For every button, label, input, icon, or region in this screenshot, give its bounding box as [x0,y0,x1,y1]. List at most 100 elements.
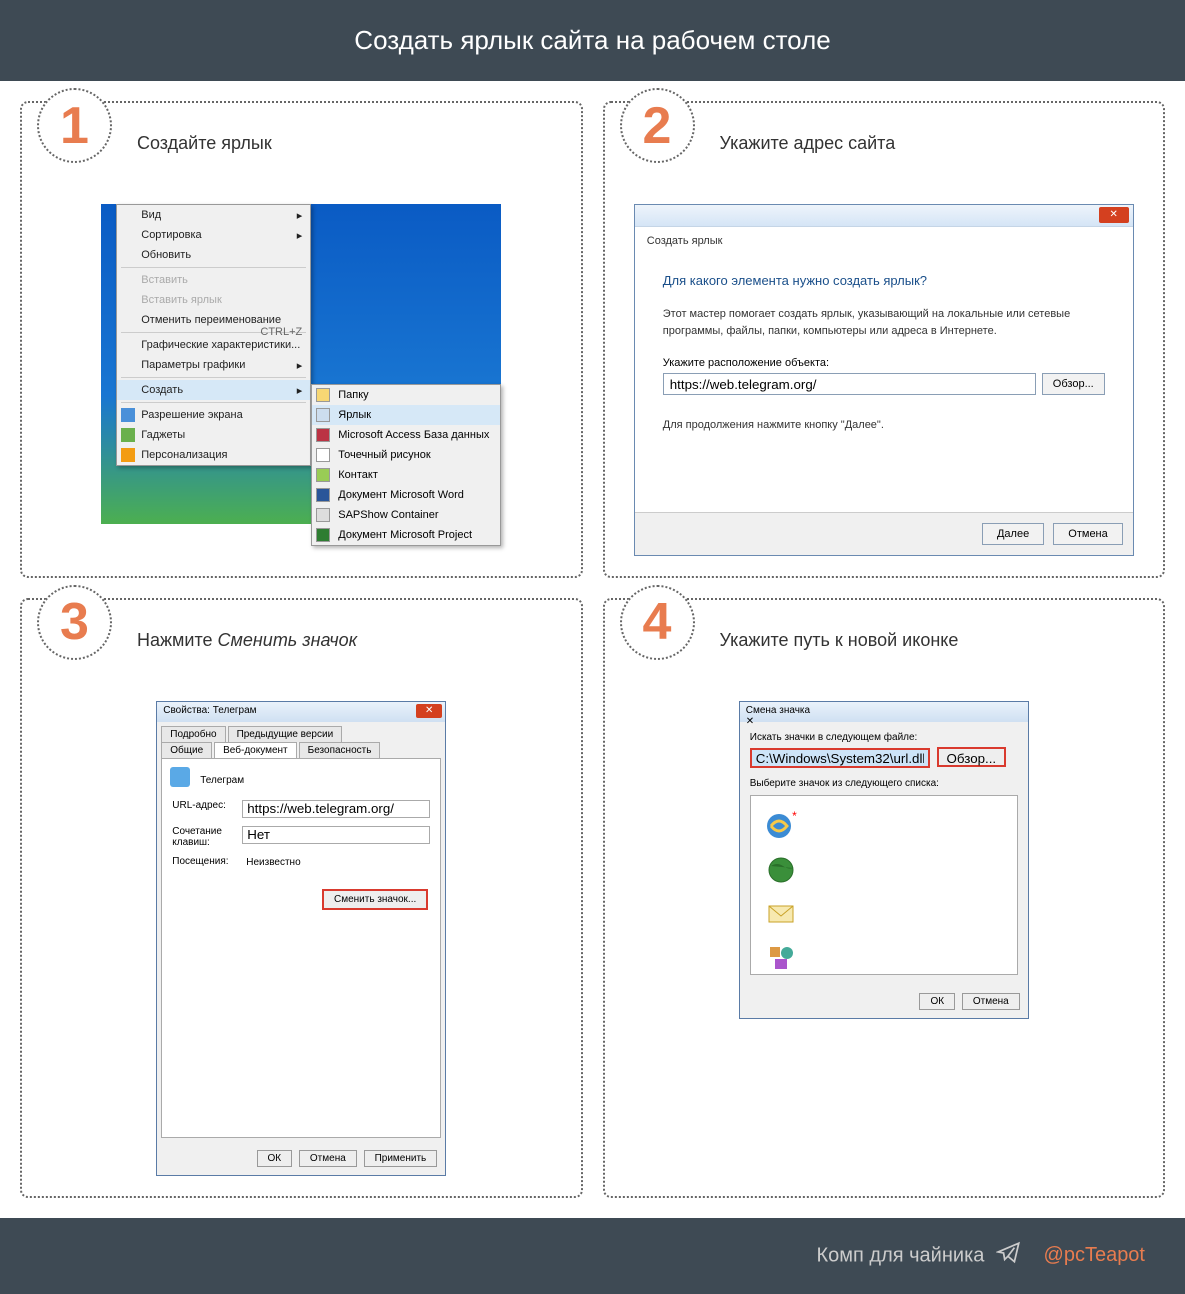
page-title: Создать ярлык сайта на рабочем столе [354,25,830,55]
step-2-badge: 2 [620,88,695,163]
sub-access[interactable]: Microsoft Access База данных [312,425,500,445]
ctx-paste: Вставить [117,270,310,290]
ctx-create[interactable]: Создать▸ [117,380,310,400]
step-4-badge: 4 [620,585,695,660]
tab-security[interactable]: Безопасность [299,742,381,758]
url-field[interactable] [242,800,430,818]
ctx-personalize[interactable]: Персонализация [117,445,310,465]
create-shortcut-wizard: ✕ Создать ярлык Для какого элемента нужн… [634,204,1134,556]
ctx-graphics-props[interactable]: Графические характеристики... [117,335,310,355]
folder-icon [316,388,330,402]
separator [121,267,306,268]
visits-value: Неизвестно [242,856,430,874]
url-label: URL-адрес: [172,800,242,818]
step-4-title: Укажите путь к новой иконке [720,630,1144,651]
visits-label: Посещения: [172,856,242,874]
tab-webdoc[interactable]: Веб-документ [214,742,297,758]
ctx-undo-rename[interactable]: Отменить переименованиеCTRL+Z [117,310,310,330]
ok-button[interactable]: ОК [919,993,955,1010]
step-3-title: Нажмите Сменить значок [137,630,561,651]
cancel-button[interactable]: Отмена [299,1150,357,1167]
icon-path-input[interactable] [750,748,930,768]
ctx-view[interactable]: Вид▸ [117,205,310,225]
close-button[interactable]: ✕ [416,704,442,718]
sap-icon [316,508,330,522]
sub-bitmap[interactable]: Точечный рисунок [312,445,500,465]
ctx-resolution[interactable]: Разрешение экрана [117,405,310,425]
tab-details[interactable]: Подробно [161,726,225,742]
apply-button[interactable]: Применить [364,1150,438,1167]
cancel-button[interactable]: Отмена [962,993,1020,1010]
close-icon: ✕ [1110,209,1118,220]
wizard-question: Для какого элемента нужно создать ярлык? [663,273,1105,288]
step-3-badge: 3 [37,585,112,660]
page-header: Создать ярлык сайта на рабочем столе [0,0,1185,81]
shortcut-name: Телеграм [200,775,430,786]
next-button[interactable]: Далее [982,523,1044,545]
ctx-paste-shortcut: Вставить ярлык [117,290,310,310]
hotkey-label: Сочетание клавиш: [172,826,242,848]
context-menu: Вид▸ Сортировка▸ Обновить Вставить Встав… [116,204,311,466]
tab-general[interactable]: Общие [161,742,212,758]
ctx-refresh[interactable]: Обновить [117,245,310,265]
wizard-hint: Этот мастер помогает создать ярлык, указ… [663,306,1105,339]
ctx-graphics-params[interactable]: Параметры графики▸ [117,355,310,375]
step-4-card: 4 Укажите путь к новой иконке Смена знач… [603,598,1166,1198]
sub-contact[interactable]: Контакт [312,465,500,485]
project-icon [316,528,330,542]
tab-previous[interactable]: Предыдущие версии [228,726,343,742]
steps-grid: 1 Создайте ярлык Вид▸ Сортировка▸ Обнови… [0,81,1185,1218]
continue-hint: Для продолжения нажмите кнопку "Далее". [663,417,1105,434]
properties-dialog: Свойства: Телеграм ✕ Подробно Предыдущие… [156,701,446,1176]
step-2-card: 2 Укажите адрес сайта ✕ Создать ярлык Дл… [603,101,1166,578]
separator [121,377,306,378]
cancel-button[interactable]: Отмена [1053,523,1122,545]
close-icon: ✕ [746,716,754,727]
personalize-icon [121,448,135,462]
create-submenu: Папку Ярлык Microsoft Access База данных… [311,384,501,546]
ok-button[interactable]: ОК [257,1150,293,1167]
sub-sapshow[interactable]: SAPShow Container [312,505,500,525]
sub-project[interactable]: Документ Microsoft Project [312,525,500,545]
contact-icon [316,468,330,482]
sub-folder[interactable]: Папку [312,385,500,405]
bitmap-icon [316,448,330,462]
globe-icon[interactable] [765,854,797,886]
footer-text: Комп для чайника [817,1244,985,1266]
icon-list[interactable]: * [750,795,1018,975]
gadget-icon [121,428,135,442]
shapes-icon[interactable] [765,942,797,974]
hotkey-field[interactable] [242,826,430,844]
step-2-title: Укажите адрес сайта [720,133,1144,154]
close-icon: ✕ [425,705,433,716]
telegram-icon [170,767,190,787]
ctx-sort[interactable]: Сортировка▸ [117,225,310,245]
ctx-gadgets[interactable]: Гаджеты [117,425,310,445]
word-icon [316,488,330,502]
browse-button[interactable]: Обзор... [1042,373,1105,395]
ie-icon[interactable]: * [765,810,797,842]
chevron-right-icon: ▸ [297,209,303,222]
browse-button[interactable]: Обзор... [937,747,1007,767]
sub-shortcut[interactable]: Ярлык [312,405,500,425]
close-button[interactable]: ✕ [1099,207,1129,223]
properties-tabs: Подробно Предыдущие версии [157,722,445,742]
step-1-badge: 1 [37,88,112,163]
search-label: Искать значки в следующем файле: [750,732,1018,743]
step-1-number: 1 [60,96,89,156]
shortcut-icon [316,408,330,422]
properties-title: Свойства: Телеграм [163,705,256,716]
close-button[interactable]: ✕ [746,716,1022,727]
picker-title: Смена значка [746,705,810,716]
mail-icon[interactable] [765,898,797,930]
telegram-icon [996,1240,1022,1272]
location-input[interactable] [663,373,1036,395]
chevron-right-icon: ▸ [297,359,303,372]
sub-word[interactable]: Документ Microsoft Word [312,485,500,505]
wizard-titlebar: ✕ [635,205,1133,227]
step-3-card: 3 Нажмите Сменить значок Свойства: Телег… [20,598,583,1198]
change-icon-button[interactable]: Сменить значок... [322,889,428,910]
step-3-number: 3 [60,592,89,652]
step-2-number: 2 [643,96,672,156]
telegram-handle[interactable]: @pcTeapot [1044,1244,1145,1266]
